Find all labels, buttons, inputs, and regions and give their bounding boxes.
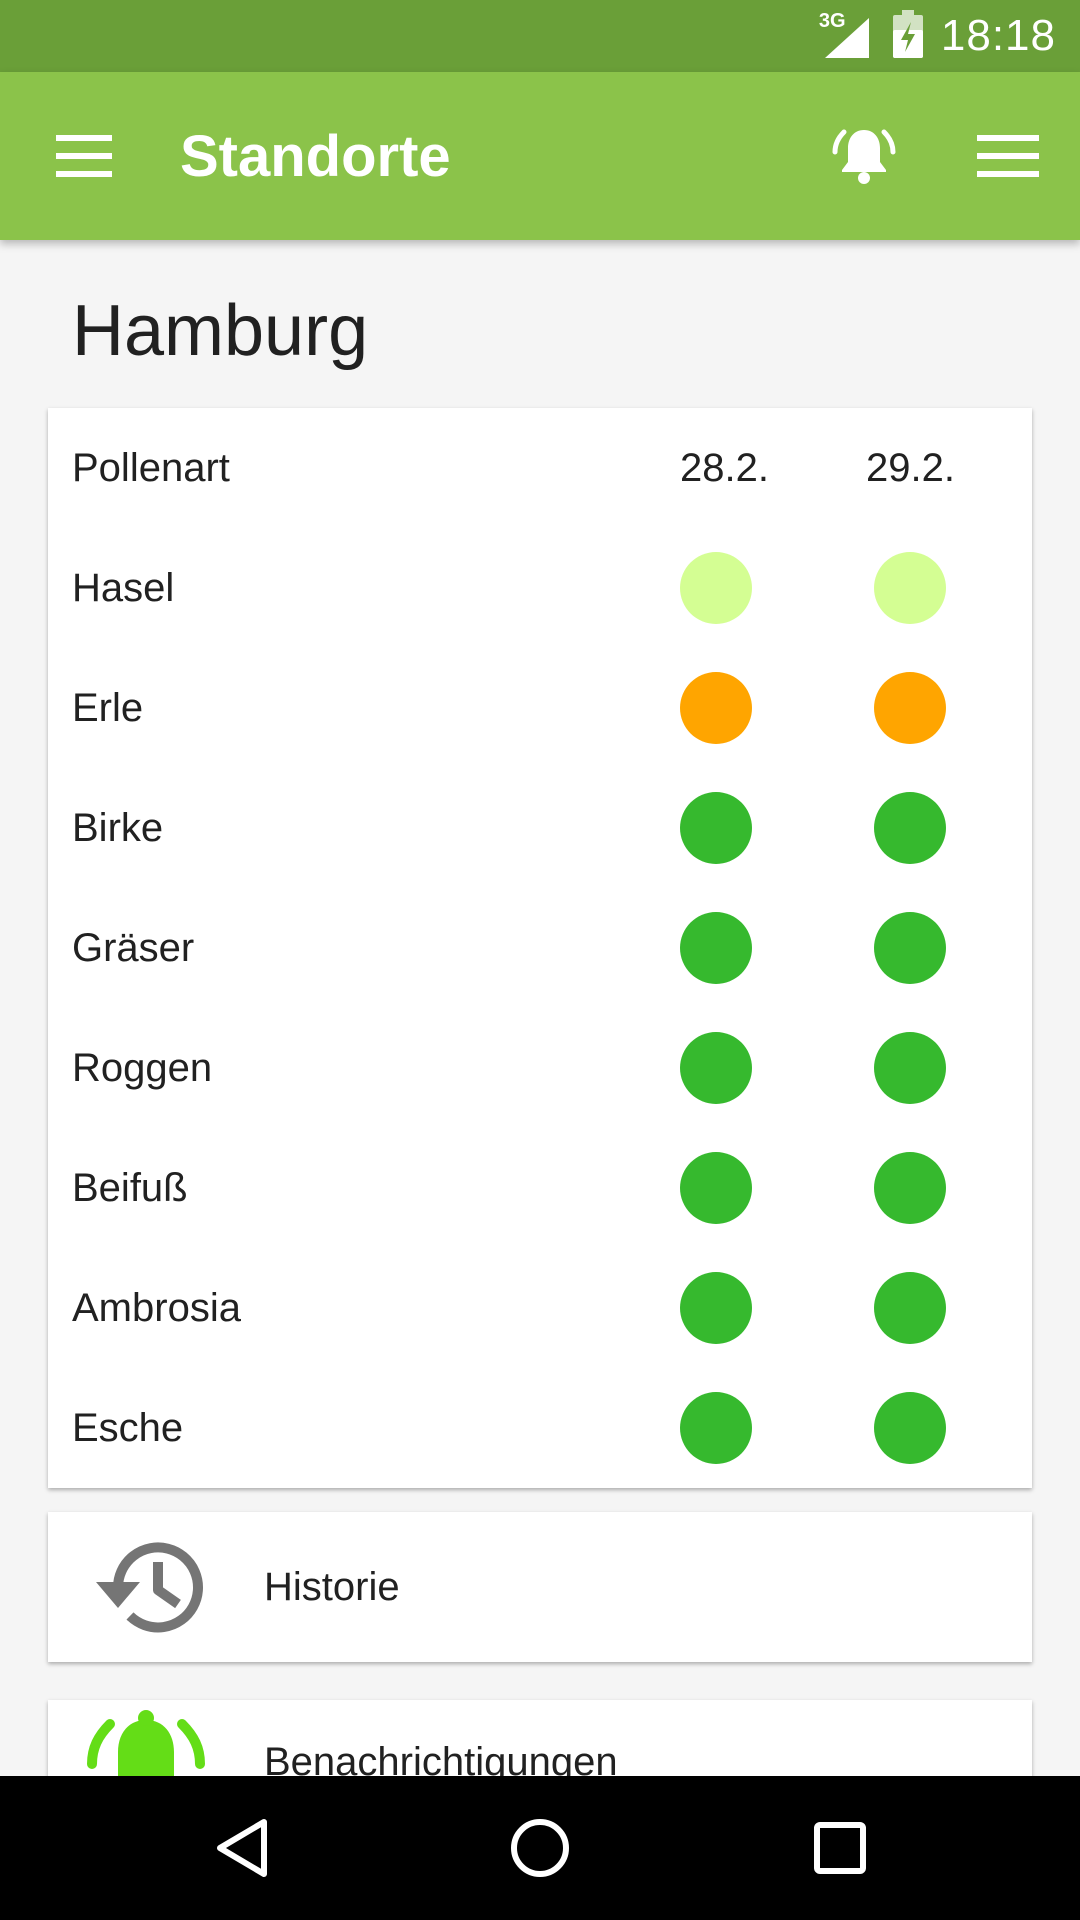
table-row: Hasel	[48, 528, 1032, 648]
pollen-name: Erle	[72, 686, 144, 730]
header-date: 29.2.	[866, 446, 955, 490]
pollen-level-dot	[874, 1392, 946, 1464]
system-nav-bar	[0, 1776, 1080, 1920]
home-icon	[511, 1819, 569, 1877]
pollen-name: Hasel	[72, 566, 175, 610]
pollen-table: Pollenart 28.2. 29.2. Hasel Erle Birke Gräs…	[48, 408, 1032, 1488]
alarm-button[interactable]	[816, 108, 912, 204]
pollen-name: Birke	[72, 806, 164, 850]
pollen-name: Gräser	[72, 926, 195, 970]
nav-drawer-button[interactable]	[36, 108, 132, 204]
app-bar: Standorte	[0, 72, 1080, 240]
back-icon	[217, 1819, 267, 1877]
bell-alert-icon	[87, 1710, 205, 1776]
pollen-level-dot	[874, 1032, 946, 1104]
battery-icon	[892, 9, 923, 63]
recents-button[interactable]	[790, 1798, 890, 1898]
table-row: Ambrosia	[48, 1248, 1032, 1368]
table-row: Roggen	[48, 1008, 1032, 1128]
signal-icon: 3G	[819, 10, 875, 60]
header-date: 28.2.	[680, 446, 769, 490]
pollen-level-dot	[680, 1032, 752, 1104]
recents-icon	[814, 1822, 866, 1874]
history-icon	[96, 1542, 203, 1633]
pollen-level-dot	[680, 1152, 752, 1224]
table-row: Beifuß	[48, 1128, 1032, 1248]
pollen-level-dot	[874, 552, 946, 624]
table-row: Gräser	[48, 888, 1032, 1008]
pollen-level-dot	[680, 792, 752, 864]
table-header: Pollenart 28.2. 29.2.	[48, 408, 1032, 528]
pollen-level-dot	[874, 1152, 946, 1224]
pollen-level-dot	[874, 912, 946, 984]
pollen-level-dot	[680, 672, 752, 744]
history-button[interactable]: Historie	[48, 1512, 1032, 1662]
notifications-button[interactable]: Benachrichtigungen	[48, 1700, 1032, 1776]
back-button[interactable]	[192, 1798, 292, 1898]
pollen-name: Roggen	[72, 1046, 213, 1090]
header-pollenart: Pollenart	[72, 446, 230, 490]
content-area: Hamburg Pollenart 28.2. 29.2. Hasel Erle B…	[0, 240, 1080, 1776]
pollen-level-dot	[874, 792, 946, 864]
pollen-level-dot	[680, 1272, 752, 1344]
pollen-level-dot	[874, 672, 946, 744]
pollen-name: Ambrosia	[72, 1286, 241, 1330]
notifications-label: Benachrichtigungen	[264, 1740, 618, 1776]
overflow-menu-button[interactable]	[960, 108, 1056, 204]
pollen-name: Esche	[72, 1406, 184, 1450]
pollen-level-dot	[680, 1392, 752, 1464]
pollen-level-dot	[874, 1272, 946, 1344]
menu-icon	[977, 135, 1039, 177]
app-title: Standorte	[180, 123, 451, 189]
history-label: Historie	[264, 1565, 400, 1609]
home-button[interactable]	[490, 1798, 590, 1898]
table-row: Birke	[48, 768, 1032, 888]
menu-icon	[56, 135, 112, 177]
pollen-level-dot	[680, 552, 752, 624]
table-row: Esche	[48, 1368, 1032, 1488]
location-title: Hamburg	[72, 291, 369, 371]
table-row: Erle	[48, 648, 1032, 768]
bell-alert-icon	[832, 129, 896, 184]
status-bar: 3G 18:18	[0, 0, 1080, 72]
pollen-name: Beifuß	[72, 1166, 188, 1210]
clock: 18:18	[940, 11, 1056, 60]
pollen-level-dot	[680, 912, 752, 984]
